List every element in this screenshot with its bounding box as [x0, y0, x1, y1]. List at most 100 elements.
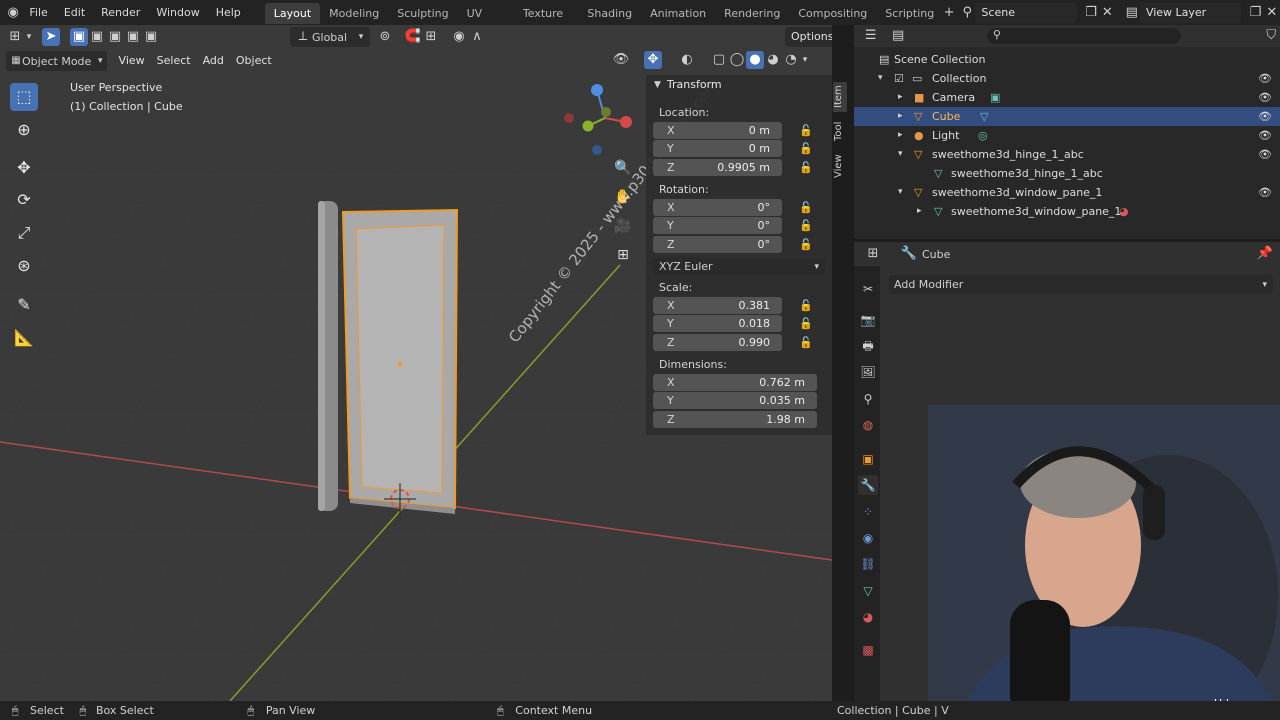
outliner-row-light[interactable]: ▸ ● Light ◎ 👁 — [854, 126, 1280, 145]
tab-physics-icon[interactable]: ◉ — [858, 528, 878, 548]
rotation-z-field[interactable]: Z 0° — [653, 236, 782, 253]
add-modifier-dropdown[interactable]: Add Modifier ▾ — [889, 275, 1273, 294]
snap-target-icon[interactable]: ⊞ — [422, 28, 440, 46]
menu-object[interactable]: Object — [230, 51, 278, 71]
modifier-wrench-icon[interactable]: 🔧 — [900, 245, 918, 263]
menu-window[interactable]: Window — [148, 0, 207, 25]
eye-icon[interactable]: 👁 — [1258, 126, 1272, 145]
lock-icon[interactable]: 🔓 — [798, 299, 814, 312]
location-y-field[interactable]: Y0 m — [653, 140, 782, 157]
expand-arrow-icon[interactable]: ▾ — [898, 145, 903, 164]
dropdown-chevron-icon[interactable]: ▾ — [24, 28, 34, 46]
tab-compositing[interactable]: Compositing — [789, 3, 876, 24]
tab-render-icon[interactable]: 📷 — [858, 310, 878, 330]
tab-scripting[interactable]: Scripting — [876, 3, 943, 24]
eye-icon[interactable]: 👁 — [1258, 183, 1272, 202]
filter-icon[interactable]: ⛉ — [1263, 27, 1280, 45]
expand-arrow-icon[interactable]: ▸ — [898, 107, 903, 126]
tab-scene-icon[interactable]: ⚲ — [858, 389, 878, 409]
add-workspace-icon[interactable]: + — [943, 4, 955, 22]
tool-move[interactable]: ✥ — [10, 154, 38, 182]
tool-select-box[interactable]: ⬚ — [10, 83, 38, 111]
select-tweak-icon[interactable]: ➤ — [42, 28, 60, 46]
lock-icon[interactable]: 🔓 — [798, 219, 814, 232]
proportional-edit-icon[interactable]: ◉ — [450, 28, 468, 46]
view-layer-icon[interactable]: ▤ — [1124, 4, 1140, 22]
gizmo-toggle-icon[interactable]: ✥ — [644, 51, 662, 69]
xray-toggle-icon[interactable]: ▢ — [710, 51, 728, 69]
tab-view-layer-icon[interactable]: 🖼 — [858, 362, 878, 382]
menu-help[interactable]: Help — [208, 0, 249, 25]
lock-icon[interactable]: 🔓 — [798, 238, 814, 251]
pivot-point-icon[interactable]: ⊚ — [376, 28, 394, 46]
lock-icon[interactable]: 🔓 — [798, 142, 814, 155]
outliner-row-window-pane[interactable]: ▾ ▽ sweethome3d_window_pane_1 👁 — [854, 183, 1280, 202]
outliner-search-input[interactable]: ⚲ — [986, 28, 1181, 44]
lock-icon[interactable]: 🔓 — [798, 124, 814, 137]
sidebar-tab-tool[interactable]: Tool — [833, 118, 847, 144]
outliner-row-collection[interactable]: ▾ ☑ ▭ Collection 👁 — [854, 69, 1280, 88]
menu-add[interactable]: Add — [197, 51, 230, 71]
new-view-layer-icon[interactable]: ❐ — [1247, 4, 1263, 22]
eye-icon[interactable]: 👁 — [1258, 69, 1272, 88]
view-layer-field[interactable]: View Layer — [1139, 2, 1242, 23]
lock-icon[interactable]: 🔓 — [798, 161, 814, 174]
snap-toggle-icon[interactable]: 🧲 — [404, 28, 422, 46]
editor-type-icon[interactable]: ⊞ — [6, 28, 24, 46]
pin-icon[interactable]: 📌 — [1256, 245, 1274, 263]
tab-layout[interactable]: Layout — [264, 3, 321, 24]
scale-z-field[interactable]: Z 0.990 — [653, 334, 782, 351]
blender-logo-icon[interactable]: ◉ — [5, 4, 21, 22]
shading-rendered-icon[interactable]: ◔ — [782, 51, 800, 69]
select-mode-intersect-icon[interactable]: ▣ — [142, 28, 160, 46]
checkbox-icon[interactable]: ☑ — [894, 69, 904, 88]
proportional-falloff-icon[interactable]: ∧ — [468, 28, 486, 46]
visibility-icon[interactable]: 👁 — [612, 51, 630, 69]
dimension-y-field[interactable]: Y 0.035 m — [653, 392, 817, 409]
editor-type-icon[interactable]: ⊞ — [864, 245, 882, 263]
tab-tool-icon[interactable]: ✂ — [858, 279, 878, 299]
expand-arrow-icon[interactable]: ▾ — [898, 183, 903, 202]
select-mode-new-icon[interactable]: ▣ — [70, 28, 88, 46]
transform-orientation-dropdown[interactable]: ⟂ Global ▾ — [290, 27, 370, 47]
outliner-row-hinge[interactable]: ▾ ▽ sweethome3d_hinge_1_abc 👁 — [854, 145, 1280, 164]
outliner-row-cube[interactable]: ▸ ▽ Cube ▽ 👁 — [854, 107, 1280, 126]
shading-solid-icon[interactable]: ● — [746, 51, 764, 69]
eye-icon[interactable]: 👁 — [1258, 107, 1272, 126]
lock-icon[interactable]: 🔓 — [798, 201, 814, 214]
tab-rendering[interactable]: Rendering — [715, 3, 789, 24]
rotation-y-field[interactable]: Y 0° — [653, 217, 782, 234]
tab-texture-paint[interactable]: Texture Paint — [514, 3, 578, 41]
dimension-x-field[interactable]: X 0.762 m — [653, 374, 817, 391]
tool-annotate[interactable]: ✎ — [10, 291, 38, 319]
expand-arrow-icon[interactable]: ▾ — [878, 69, 883, 88]
remove-view-layer-icon[interactable]: ✕ — [1264, 4, 1280, 22]
shading-wireframe-icon[interactable]: ◯ — [728, 51, 746, 69]
tool-transform[interactable]: ⊛ — [10, 252, 38, 280]
sidebar-tab-item[interactable]: Item — [833, 82, 847, 112]
tab-material-icon[interactable]: ◕ — [858, 607, 878, 627]
expand-arrow-icon[interactable]: ▸ — [917, 202, 922, 221]
tab-animation[interactable]: Animation — [641, 3, 715, 24]
menu-edit[interactable]: Edit — [56, 0, 93, 25]
scene-name-field[interactable]: Scene — [975, 2, 1077, 23]
dimension-z-field[interactable]: Z 1.98 m — [653, 411, 817, 428]
remove-scene-icon[interactable]: ✕ — [1099, 4, 1115, 22]
outliner-row-hinge-mesh[interactable]: ▽ sweethome3d_hinge_1_abc — [854, 164, 1280, 183]
tab-data-icon[interactable]: ▽ — [858, 581, 878, 601]
select-mode-invert-icon[interactable]: ▣ — [124, 28, 142, 46]
transform-panel-header[interactable]: ▼ Transform — [654, 78, 722, 91]
tool-scale[interactable]: ⤢ — [10, 219, 38, 247]
tab-sculpting[interactable]: Sculpting — [388, 3, 457, 24]
outliner-row-camera[interactable]: ▸ ■ Camera ▣ 👁 — [854, 88, 1280, 107]
lock-icon[interactable]: 🔓 — [798, 317, 814, 330]
display-mode-icon[interactable]: ▤ — [889, 27, 906, 45]
select-mode-subtract-icon[interactable]: ▣ — [106, 28, 124, 46]
menu-render[interactable]: Render — [93, 0, 148, 25]
outliner-row-scene-collection[interactable]: ▤ Scene Collection — [854, 50, 1280, 69]
tool-measure[interactable]: 📐 — [10, 324, 38, 352]
tab-constraints-icon[interactable]: ⛓ — [858, 554, 878, 574]
tab-modeling[interactable]: Modeling — [320, 3, 388, 24]
rotation-mode-dropdown[interactable]: XYZ Euler ▾ — [653, 258, 825, 275]
scale-x-field[interactable]: X 0.381 — [653, 297, 782, 314]
